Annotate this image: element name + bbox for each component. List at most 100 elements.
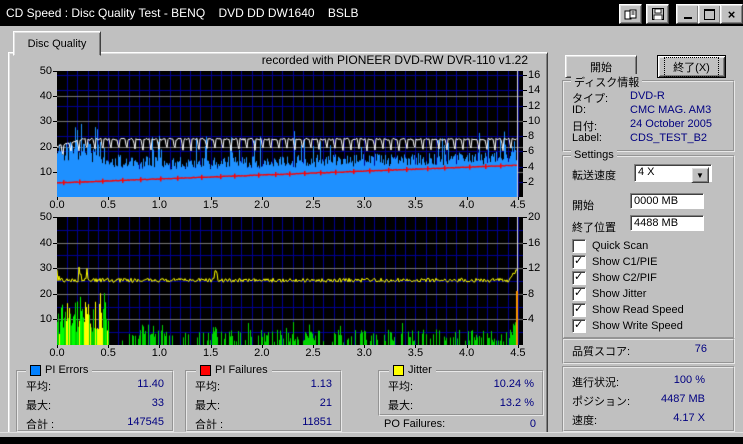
axis-tick bbox=[523, 243, 527, 244]
axis-tick-label: 30 bbox=[24, 115, 52, 127]
axis-tick-label: 10 bbox=[528, 115, 548, 127]
axis-tick bbox=[108, 197, 109, 200]
checkbox-label: Show C2/PIF bbox=[592, 272, 657, 284]
quality-score-box: 品質スコア: 76 bbox=[562, 338, 735, 364]
maximize-icon bbox=[704, 9, 715, 20]
checkbox-icon[interactable]: ✓ bbox=[572, 255, 586, 269]
checkbox-show-c2-pif[interactable]: ✓ Show C2/PIF bbox=[572, 271, 657, 285]
checkbox-show-write-speed[interactable]: ✓ Show Write Speed bbox=[572, 319, 683, 333]
check-mark-icon: ✓ bbox=[574, 302, 583, 315]
axis-tick-label: 20 bbox=[24, 288, 52, 300]
progress-box: 進行状況:100 %ポジション:4487 MB速度:4.17 X bbox=[562, 366, 735, 432]
axis-tick bbox=[364, 345, 365, 348]
checkbox-show-read-speed[interactable]: ✓Show Read Speed bbox=[572, 303, 684, 317]
speed-combobox[interactable]: 4 X ▼ bbox=[634, 164, 712, 182]
checkbox-show-c1-pie[interactable]: ✓Show C1/PIE bbox=[572, 255, 657, 269]
checkbox-label: Quick Scan bbox=[592, 240, 648, 252]
stat-row-value: 11851 bbox=[302, 416, 332, 432]
checkbox-icon[interactable] bbox=[572, 239, 586, 253]
screen-edge bbox=[0, 437, 743, 444]
axis-tick bbox=[53, 217, 57, 218]
axis-tick bbox=[523, 106, 527, 107]
maximize-button[interactable] bbox=[698, 4, 721, 24]
check-mark-icon: ✓ bbox=[574, 318, 583, 331]
close-button[interactable]: × bbox=[720, 4, 743, 24]
stat-row-label: 合計 : bbox=[195, 416, 223, 432]
jitter-legend: Jitter bbox=[389, 364, 436, 376]
speed-combobox-arrow[interactable]: ▼ bbox=[691, 167, 709, 183]
axis-tick-label: 8 bbox=[528, 288, 548, 300]
axis-tick-label: 0.5 bbox=[96, 199, 120, 211]
checkbox-show-jitter[interactable]: ✓ Show Jitter bbox=[572, 287, 646, 301]
axis-tick bbox=[467, 345, 468, 348]
axis-tick bbox=[523, 182, 527, 183]
settings-box: Settings 転送速度 4 X ▼ 開始 終了位置 Quick Scan✓S… bbox=[562, 155, 735, 339]
exit-button[interactable]: 終了(X) bbox=[657, 55, 726, 78]
report-button[interactable] bbox=[619, 4, 642, 24]
axis-tick bbox=[108, 345, 109, 348]
axis-tick-label: 4.0 bbox=[455, 199, 479, 211]
checkbox-icon[interactable]: ✓ bbox=[572, 303, 586, 317]
axis-tick-label: 3.0 bbox=[352, 199, 376, 211]
checkbox-quick-scan[interactable]: Quick Scan bbox=[572, 239, 648, 253]
start-button-label: 開始 bbox=[590, 59, 612, 75]
disc-info-row-label: Label: bbox=[572, 132, 602, 144]
axis-tick-label: 12 bbox=[528, 262, 548, 274]
progress-row-label: 速度: bbox=[572, 412, 597, 428]
po-failures-value: 0 bbox=[530, 418, 536, 430]
axis-tick-label: 6 bbox=[528, 145, 548, 157]
pi-errors-swatch-icon bbox=[30, 365, 41, 376]
axis-tick-label: 16 bbox=[528, 69, 548, 81]
exit-button-label: 終了(X) bbox=[665, 58, 718, 76]
axis-tick-label: 4 bbox=[528, 161, 548, 173]
stat-row-value: 10.24 % bbox=[494, 378, 534, 394]
tab-disc-quality[interactable]: Disc Quality bbox=[13, 31, 101, 56]
start-position-label: 開始 bbox=[572, 197, 594, 213]
stat-row-value: 13.2 % bbox=[500, 397, 534, 413]
check-mark-icon: ✓ bbox=[574, 270, 583, 283]
speed-label: 転送速度 bbox=[572, 167, 616, 183]
pi-errors-legend: PI Errors bbox=[26, 364, 92, 376]
pi-failures-jitter-chart-canvas bbox=[57, 217, 523, 345]
disc-info-row: Label:CDS_TEST_B2 bbox=[572, 132, 727, 144]
axis-tick-label: 50 bbox=[24, 65, 52, 77]
disc-info-row-value: 24 October 2005 bbox=[630, 118, 712, 130]
stat-row-value: 147545 bbox=[127, 416, 164, 432]
end-position-input[interactable] bbox=[630, 215, 704, 231]
checkbox-label: Show Write Speed bbox=[592, 320, 683, 332]
axis-tick bbox=[523, 167, 527, 168]
checkbox-icon[interactable]: ✓ bbox=[572, 319, 586, 333]
axis-tick bbox=[523, 121, 527, 122]
axis-tick-label: 4.5 bbox=[506, 347, 530, 359]
stat-row-value: 33 bbox=[152, 397, 164, 413]
checkbox-icon[interactable]: ✓ bbox=[572, 287, 586, 301]
check-mark-icon: ✓ bbox=[574, 286, 583, 299]
end-position-label: 終了位置 bbox=[572, 219, 616, 235]
checkbox-icon[interactable]: ✓ bbox=[572, 271, 586, 285]
checkbox-label: Show Jitter bbox=[592, 288, 646, 300]
axis-tick bbox=[364, 197, 365, 200]
save-button[interactable] bbox=[646, 4, 669, 24]
report-icon bbox=[624, 9, 637, 20]
minimize-button[interactable] bbox=[676, 4, 699, 24]
start-position-input[interactable] bbox=[630, 193, 704, 209]
stat-row: 最大:21 bbox=[195, 397, 332, 413]
axis-tick-label: 30 bbox=[24, 262, 52, 274]
stat-row-label: 合計 : bbox=[26, 416, 54, 432]
app-window: { "titlebar": { "title": "CD Speed : Dis… bbox=[0, 0, 743, 444]
recorded-with-caption: recorded with PIONEER DVD-RW DVR-110 v1.… bbox=[200, 53, 528, 67]
axis-tick bbox=[211, 345, 212, 348]
axis-tick bbox=[53, 294, 57, 295]
axis-tick bbox=[57, 197, 58, 200]
axis-tick-label: 2 bbox=[528, 176, 548, 188]
axis-tick-label: 50 bbox=[24, 211, 52, 223]
axis-tick bbox=[53, 147, 57, 148]
axis-tick-label: 2.0 bbox=[250, 199, 274, 211]
axis-tick-label: 2.5 bbox=[301, 199, 325, 211]
axis-tick-label: 3.5 bbox=[403, 199, 427, 211]
minimize-icon bbox=[684, 17, 692, 19]
axis-tick bbox=[313, 345, 314, 348]
axis-tick-label: 2.0 bbox=[250, 347, 274, 359]
axis-tick-label: 0.0 bbox=[45, 199, 69, 211]
axis-tick bbox=[159, 197, 160, 200]
